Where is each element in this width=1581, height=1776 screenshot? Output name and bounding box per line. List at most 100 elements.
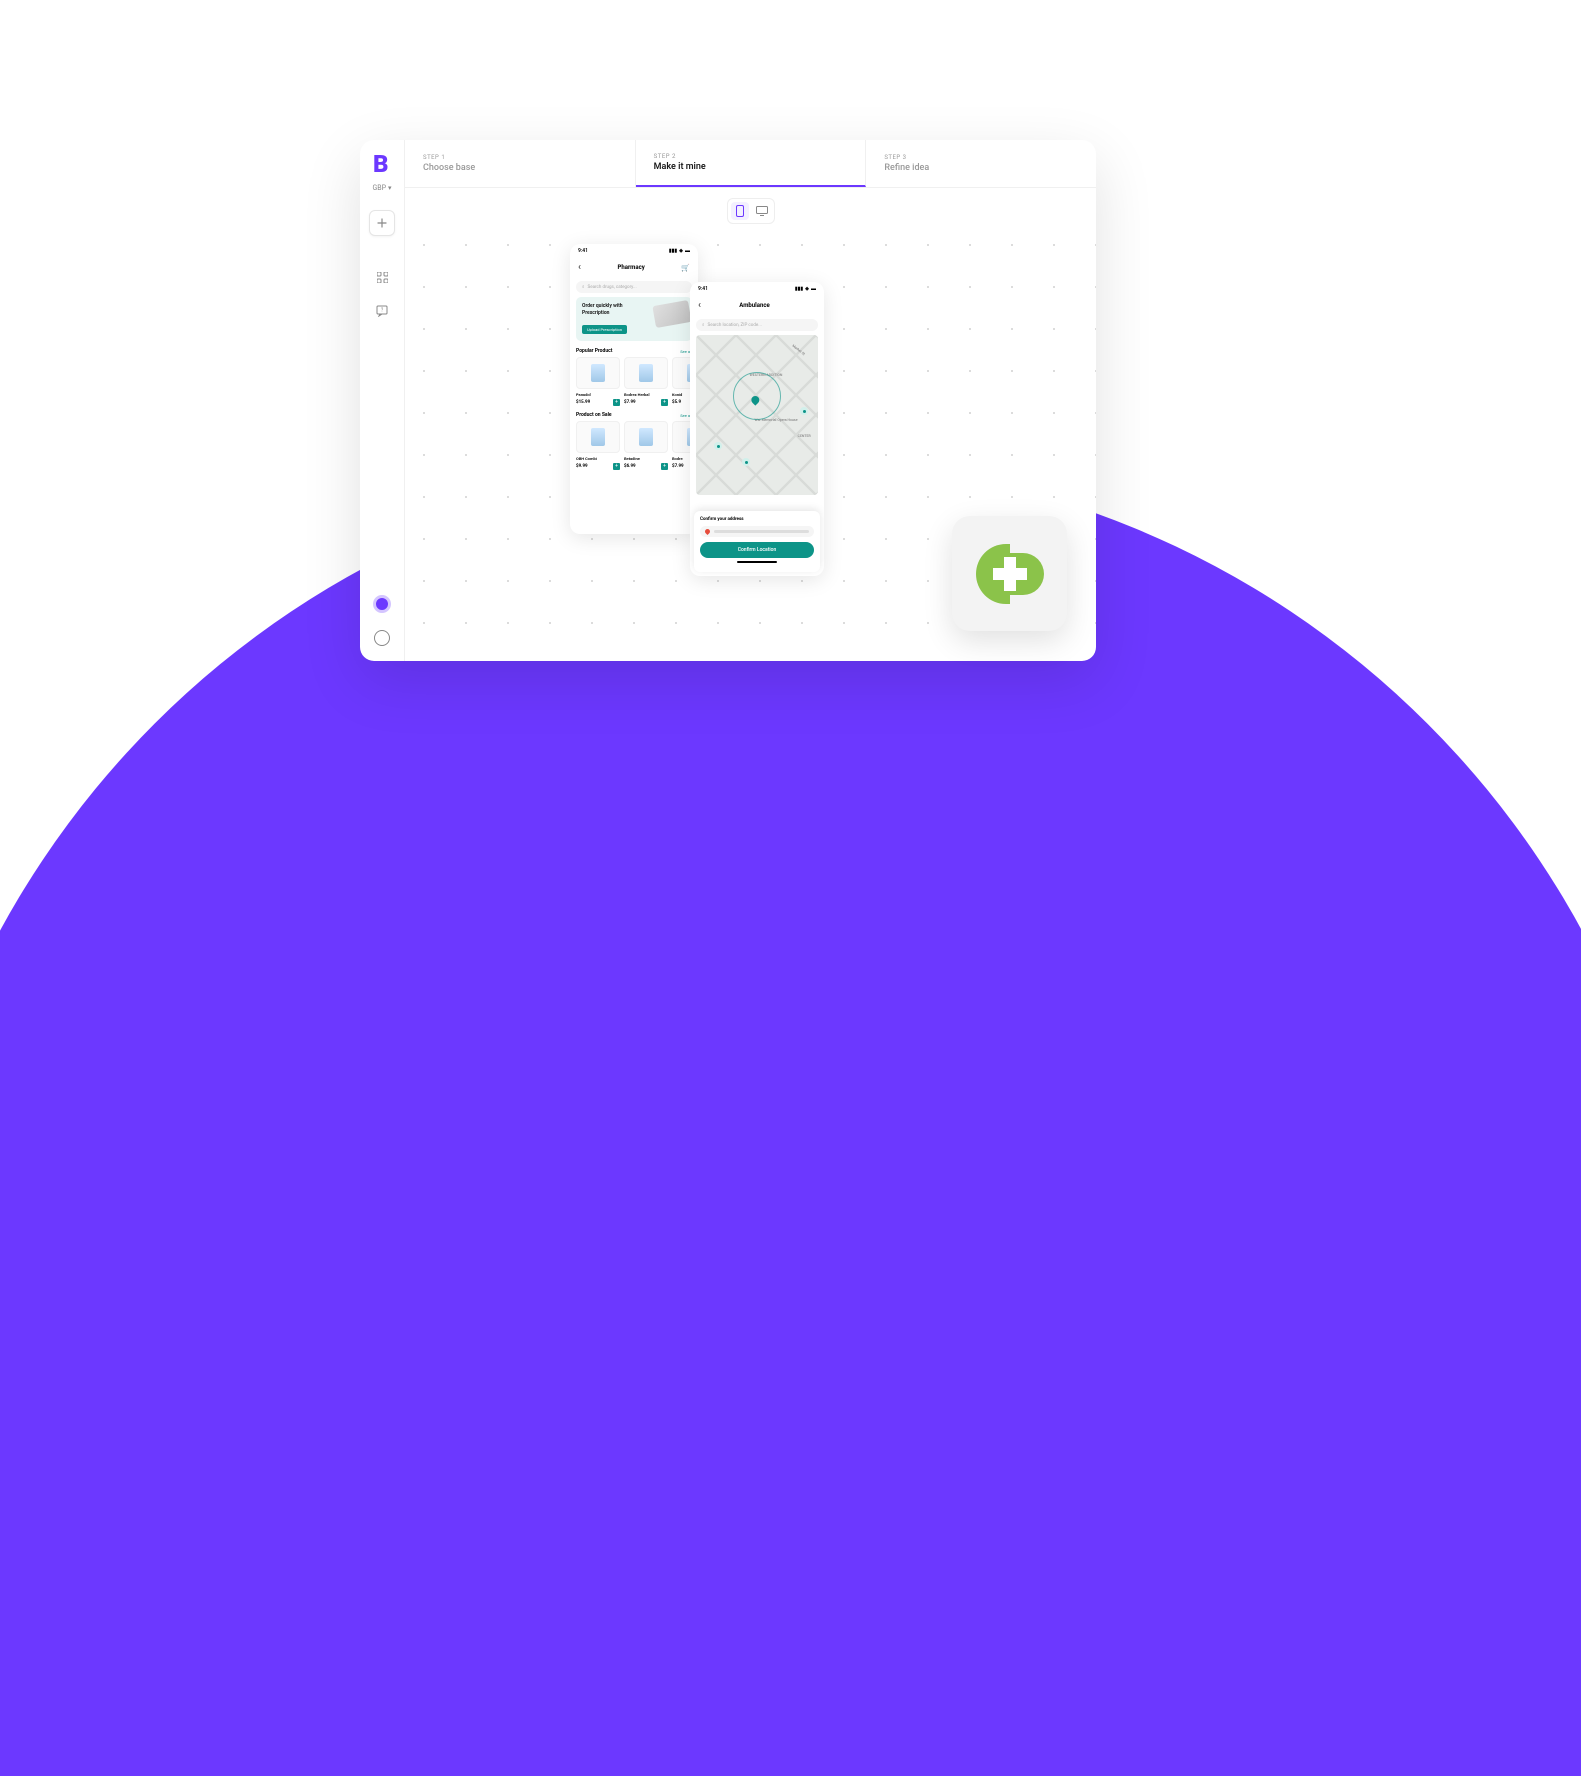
theme-button[interactable] bbox=[369, 591, 395, 617]
confirm-address-panel: Confirm your address Confirm Location bbox=[694, 511, 820, 572]
chevron-down-icon: ▾ bbox=[388, 184, 392, 192]
search-placeholder: Search drugs, category... bbox=[588, 285, 637, 290]
map-marker bbox=[800, 407, 808, 415]
tab-label: Make it mine bbox=[654, 162, 848, 172]
device-toggle bbox=[727, 198, 775, 224]
pin-icon bbox=[704, 528, 711, 535]
cookie-icon bbox=[374, 630, 390, 646]
product-card[interactable]: Panadol $15.99 + bbox=[576, 357, 620, 406]
tab-choose-base[interactable]: STEP 1 Choose base bbox=[405, 140, 636, 187]
plus-icon bbox=[377, 218, 387, 228]
prescription-banner[interactable]: Order quickly with Prescription Upload P… bbox=[576, 297, 692, 341]
add-to-cart-button[interactable]: + bbox=[613, 463, 620, 470]
home-indicator bbox=[737, 561, 777, 563]
help-icon: ? bbox=[376, 305, 388, 317]
mobile-view-button[interactable] bbox=[731, 202, 749, 220]
product-price: $7.99 bbox=[672, 464, 684, 469]
tab-label: Choose base bbox=[423, 163, 617, 173]
svg-text:?: ? bbox=[381, 308, 384, 314]
sidebar: B GBP ▾ ? bbox=[360, 140, 405, 661]
address-field[interactable] bbox=[700, 526, 814, 537]
cart-icon[interactable]: 🛒 bbox=[681, 264, 690, 272]
product-name: OBH Combi bbox=[576, 456, 620, 461]
product-price: $5.9 bbox=[672, 400, 681, 405]
currency-label: GBP bbox=[372, 184, 386, 192]
mobile-icon bbox=[736, 205, 744, 217]
desktop-view-button[interactable] bbox=[753, 202, 771, 220]
tab-refine-idea[interactable]: STEP 3 Refine idea bbox=[866, 140, 1096, 187]
add-to-cart-button[interactable]: + bbox=[661, 399, 668, 406]
logo[interactable]: B bbox=[373, 152, 391, 176]
map-marker bbox=[742, 458, 750, 466]
phone-pharmacy[interactable]: 9:41 ▮▮▮ ◈ ▬ ‹ Pharmacy 🛒 ⌕ Search drugs… bbox=[570, 244, 698, 534]
status-bar: 9:41 ▮▮▮ ◈ ▬ bbox=[570, 244, 698, 258]
product-image bbox=[624, 357, 668, 389]
medical-cross-icon bbox=[976, 544, 1044, 604]
product-name: Betadine bbox=[624, 456, 668, 461]
tab-make-it-mine[interactable]: STEP 2 Make it mine bbox=[636, 140, 867, 187]
search-icon: ⌕ bbox=[582, 284, 585, 290]
add-to-cart-button[interactable]: + bbox=[661, 463, 668, 470]
tab-label: Refine idea bbox=[884, 163, 1078, 173]
device-toolbar bbox=[405, 188, 1096, 234]
product-price: $15.99 bbox=[576, 400, 590, 405]
location-search-input[interactable]: ⌕ Search location, ZIP code... bbox=[696, 319, 818, 331]
upload-prescription-button[interactable]: Upload Prescription bbox=[582, 325, 627, 334]
app-category-badge bbox=[952, 516, 1067, 631]
battery-icon: ▬ bbox=[811, 286, 816, 292]
status-time: 9:41 bbox=[578, 248, 588, 254]
product-card[interactable]: Bodrex Herbal $7.99 + bbox=[624, 357, 668, 406]
signal-icon: ▮▮▮ bbox=[669, 248, 677, 254]
status-icons: ▮▮▮ ◈ ▬ bbox=[795, 286, 816, 292]
product-price: $9.99 bbox=[576, 464, 588, 469]
wifi-icon: ◈ bbox=[805, 286, 809, 292]
signal-icon: ▮▮▮ bbox=[795, 286, 803, 292]
pills-image bbox=[652, 300, 691, 328]
address-placeholder bbox=[714, 530, 809, 533]
product-image bbox=[576, 421, 620, 453]
map-center-label: CENTER bbox=[798, 434, 811, 438]
wifi-icon: ◈ bbox=[679, 248, 683, 254]
add-to-cart-button[interactable]: + bbox=[613, 399, 620, 406]
search-placeholder: Search location, ZIP code... bbox=[708, 323, 762, 328]
battery-icon: ▬ bbox=[685, 248, 690, 254]
grid-icon bbox=[377, 272, 388, 283]
product-price: $6.99 bbox=[624, 464, 636, 469]
tab-step-label: STEP 2 bbox=[654, 153, 848, 160]
product-card[interactable]: OBH Combi $9.99 + bbox=[576, 421, 620, 470]
sale-products-section: Product on Sale See all OBH Combi $9.99+… bbox=[570, 409, 698, 473]
tab-step-label: STEP 1 bbox=[423, 154, 617, 161]
map-street-label: Market St bbox=[791, 344, 805, 356]
theme-indicator bbox=[373, 595, 391, 613]
screen-title: Ambulance bbox=[701, 302, 808, 309]
app-window: B GBP ▾ ? STEP 1 Choose base STEP 2 Make… bbox=[360, 140, 1096, 661]
map[interactable]: WESTERN ADDITION War Memorial Opera Hous… bbox=[696, 335, 818, 495]
popular-products-section: Popular Product See all Panadol $15.99+ … bbox=[570, 345, 698, 409]
status-time: 9:41 bbox=[698, 286, 708, 292]
help-button[interactable]: ? bbox=[369, 298, 395, 324]
product-name: Bodrex Herbal bbox=[624, 392, 668, 397]
step-tabs: STEP 1 Choose base STEP 2 Make it mine S… bbox=[405, 140, 1096, 188]
tab-step-label: STEP 3 bbox=[884, 154, 1078, 161]
phone-ambulance[interactable]: 9:41 ▮▮▮ ◈ ▬ ‹ Ambulance ⌕ Search locati… bbox=[690, 282, 824, 576]
status-bar: 9:41 ▮▮▮ ◈ ▬ bbox=[690, 282, 824, 296]
section-title: Popular Product bbox=[576, 348, 612, 354]
map-marker bbox=[714, 442, 722, 450]
search-input[interactable]: ⌕ Search drugs, category... bbox=[576, 281, 692, 293]
section-title: Product on Sale bbox=[576, 412, 612, 418]
product-name: Panadol bbox=[576, 392, 620, 397]
screen-title: Pharmacy bbox=[581, 264, 681, 271]
product-price: $7.99 bbox=[624, 400, 636, 405]
currency-selector[interactable]: GBP ▾ bbox=[372, 184, 391, 192]
product-card[interactable]: Betadine $6.99 + bbox=[624, 421, 668, 470]
status-icons: ▮▮▮ ◈ ▬ bbox=[669, 248, 690, 254]
search-icon: ⌕ bbox=[702, 322, 705, 328]
desktop-icon bbox=[756, 206, 768, 216]
phone-header: ‹ Ambulance bbox=[690, 296, 824, 315]
add-button[interactable] bbox=[369, 210, 395, 236]
banner-title: Order quickly with Prescription bbox=[582, 303, 642, 316]
product-image bbox=[576, 357, 620, 389]
cookie-button[interactable] bbox=[369, 625, 395, 651]
grid-button[interactable] bbox=[369, 264, 395, 290]
confirm-location-button[interactable]: Confirm Location bbox=[700, 542, 814, 558]
